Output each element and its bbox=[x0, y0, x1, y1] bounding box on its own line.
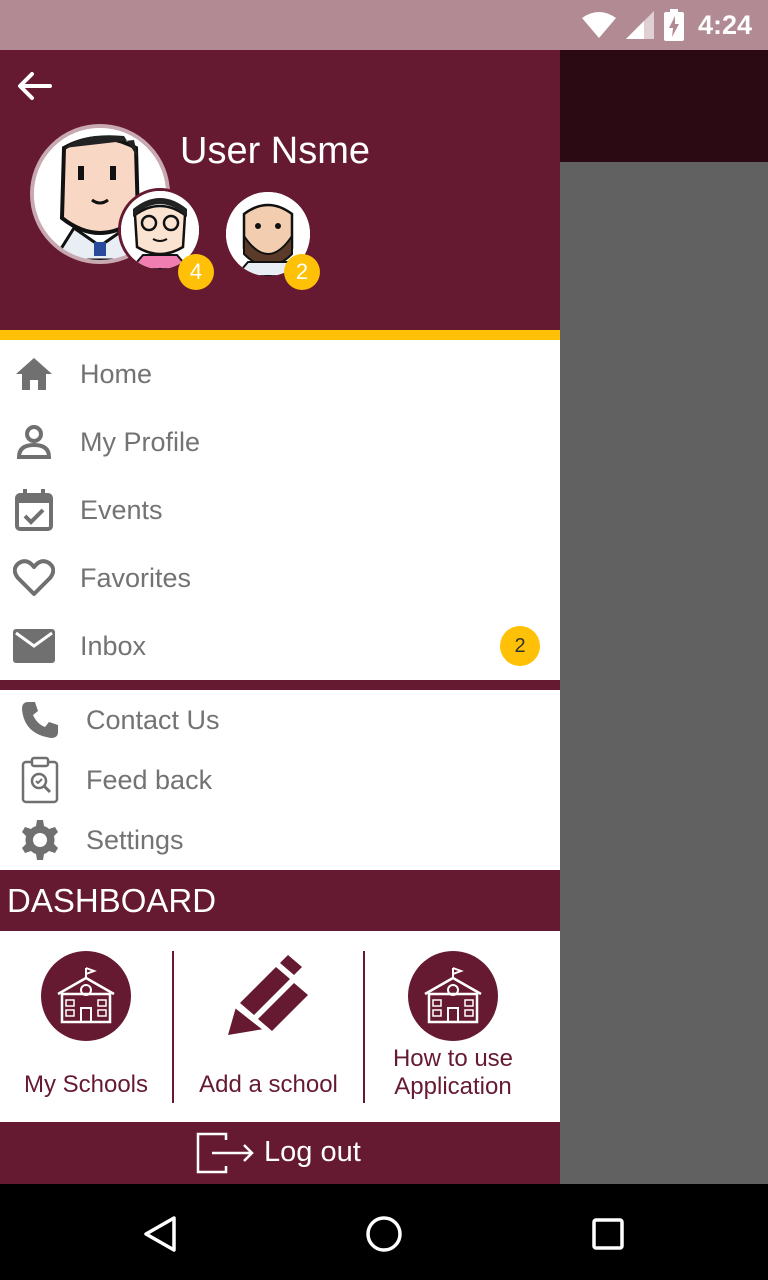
menu-item-favorites[interactable]: Favorites bbox=[0, 544, 560, 612]
heart-icon bbox=[12, 556, 56, 600]
home-button[interactable] bbox=[362, 1212, 406, 1256]
wifi-icon bbox=[581, 12, 616, 38]
clipboard-search-icon bbox=[18, 756, 62, 804]
dashboard-tile-label: Add a school bbox=[199, 1071, 338, 1098]
inbox-count-badge: 2 bbox=[500, 626, 540, 666]
avatar-count-badge: 4 bbox=[178, 254, 214, 290]
menu-item-feed-back[interactable]: Feed back bbox=[0, 750, 560, 810]
drawer-scrim[interactable] bbox=[560, 162, 768, 1184]
drawer-header: 4 2 User Nsme bbox=[0, 50, 560, 330]
circle-home-icon bbox=[366, 1216, 402, 1252]
menu-item-inbox[interactable]: Inbox 2 bbox=[0, 612, 560, 680]
calendar-check-icon bbox=[12, 488, 56, 532]
gear-icon bbox=[18, 818, 62, 862]
menu-item-label: My Profile bbox=[80, 426, 201, 457]
battery-charging-icon bbox=[663, 9, 684, 41]
status-time: 4:24 bbox=[697, 9, 752, 40]
cellular-icon bbox=[625, 11, 654, 39]
menu-item-label: Home bbox=[80, 358, 153, 389]
logout-icon bbox=[196, 1132, 256, 1179]
dashboard-grid: My Schools Add a school How to use Appli… bbox=[0, 931, 560, 1121]
school-icon bbox=[408, 951, 498, 1041]
menu-item-contact-us[interactable]: Contact Us bbox=[0, 690, 560, 750]
avatar-count-badge: 2 bbox=[284, 254, 320, 290]
user-name: User Nsme bbox=[180, 130, 371, 172]
square-recents-icon bbox=[592, 1218, 624, 1250]
back-button[interactable] bbox=[138, 1212, 182, 1256]
status-bar: 4:24 bbox=[0, 0, 768, 50]
dashboard-tile-label: How to use bbox=[392, 1045, 514, 1072]
menu-item-home[interactable]: Home bbox=[0, 340, 560, 408]
person-icon bbox=[12, 420, 56, 464]
menu-item-label: Inbox bbox=[80, 630, 147, 661]
menu-item-events[interactable]: Events bbox=[0, 476, 560, 544]
dashboard-tile-my-schools[interactable]: My Schools bbox=[0, 931, 172, 1121]
primary-menu: Home My Profile Events Favorites Inbox 2 bbox=[0, 340, 560, 680]
recents-button[interactable] bbox=[586, 1212, 630, 1256]
dashboard-tile-label: Application bbox=[394, 1073, 512, 1100]
home-icon bbox=[12, 352, 56, 396]
dashboard-title: DASHBOARD bbox=[0, 870, 560, 931]
menu-item-my-profile[interactable]: My Profile bbox=[0, 408, 560, 476]
menu-divider bbox=[0, 680, 560, 690]
header-accent-bar bbox=[0, 330, 560, 340]
background-toolbar bbox=[560, 50, 768, 162]
triangle-back-icon bbox=[144, 1216, 176, 1252]
pencil-icon bbox=[224, 955, 314, 1044]
logout-button[interactable]: Log out bbox=[0, 1122, 560, 1184]
mail-icon bbox=[12, 624, 56, 668]
dashboard-tile-add-school[interactable]: Add a school bbox=[174, 931, 363, 1121]
menu-item-label: Feed back bbox=[86, 764, 213, 795]
back-arrow-icon[interactable] bbox=[14, 66, 54, 106]
menu-item-label: Favorites bbox=[80, 562, 192, 593]
secondary-menu: Contact Us Feed back Settings bbox=[0, 690, 560, 870]
phone-icon bbox=[18, 698, 62, 742]
dashboard-tile-how-to-use[interactable]: How to use Application bbox=[365, 931, 541, 1121]
system-nav-bar bbox=[0, 1184, 768, 1280]
menu-item-label: Events bbox=[80, 494, 163, 525]
menu-item-label: Contact Us bbox=[86, 704, 220, 735]
logout-label: Log out bbox=[264, 1136, 361, 1168]
school-icon bbox=[41, 951, 131, 1041]
navigation-drawer: 4 2 User Nsme Home My Profile Events Fav… bbox=[0, 50, 560, 1184]
menu-item-label: Settings bbox=[86, 824, 184, 855]
dashboard-tile-label: My Schools bbox=[23, 1071, 149, 1098]
menu-item-settings[interactable]: Settings bbox=[0, 810, 560, 870]
